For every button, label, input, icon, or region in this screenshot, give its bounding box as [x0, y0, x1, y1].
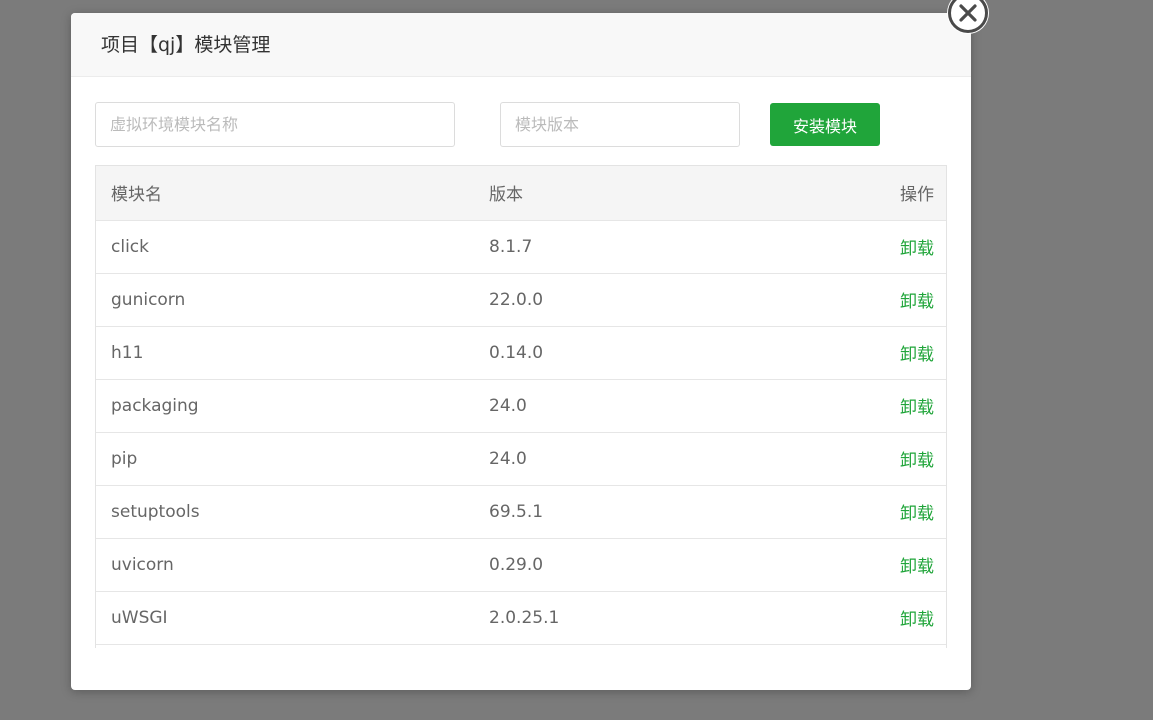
- module-version: 69.5.1: [474, 485, 774, 539]
- module-version: 2.0.25.1: [474, 591, 774, 645]
- module-version: 24.0: [474, 379, 774, 433]
- uninstall-link[interactable]: 卸载: [900, 292, 934, 312]
- install-toolbar: 安装模块: [95, 102, 947, 148]
- table-row: click 8.1.7 卸载: [96, 220, 946, 274]
- table-row: h11 0.14.0 卸载: [96, 326, 946, 380]
- dialog-title: 项目【qj】模块管理: [71, 13, 971, 77]
- uninstall-link[interactable]: 卸载: [900, 451, 934, 471]
- module-name: packaging: [96, 379, 474, 433]
- table-row: uWSGI 2.0.25.1 卸载: [96, 591, 946, 645]
- module-version: 24.0: [474, 432, 774, 486]
- uninstall-link[interactable]: 卸载: [900, 557, 934, 577]
- module-version-input[interactable]: [500, 102, 740, 147]
- module-name: click: [96, 220, 474, 274]
- module-name: uWSGI: [96, 591, 474, 645]
- module-version: 0.14.0: [474, 326, 774, 380]
- uninstall-link[interactable]: 卸载: [900, 504, 934, 524]
- close-circle-icon: [948, 0, 988, 33]
- install-module-button[interactable]: 安装模块: [770, 103, 880, 146]
- header-module-name: 模块名: [96, 166, 474, 221]
- uninstall-link[interactable]: 卸载: [900, 239, 934, 259]
- table-row: uvicorn 0.29.0 卸载: [96, 538, 946, 592]
- module-name: pip: [96, 432, 474, 486]
- uninstall-link[interactable]: 卸载: [900, 398, 934, 418]
- module-table: 模块名 版本 操作 click 8.1.7 卸载 gunicorn 22.0.0…: [95, 165, 947, 648]
- module-name-input[interactable]: [95, 102, 455, 147]
- module-version: 0.29.0: [474, 538, 774, 592]
- module-name: uvicorn: [96, 538, 474, 592]
- module-name: setuptools: [96, 485, 474, 539]
- header-version: 版本: [474, 166, 774, 221]
- module-manager-dialog: 项目【qj】模块管理 安装模块 模块名 版本 操作 click 8.: [71, 0, 989, 690]
- table-header-row: 模块名 版本 操作: [96, 166, 946, 221]
- header-action: 操作: [774, 166, 946, 221]
- table-row: gunicorn 22.0.0 卸载: [96, 273, 946, 327]
- table-row: packaging 24.0 卸载: [96, 379, 946, 433]
- uninstall-link[interactable]: 卸载: [900, 345, 934, 365]
- module-version: 8.1.7: [474, 220, 774, 274]
- module-name: h11: [96, 326, 474, 380]
- table-row: setuptools 69.5.1 卸载: [96, 485, 946, 539]
- module-name: gunicorn: [96, 273, 474, 327]
- module-version: 22.0.0: [474, 273, 774, 327]
- uninstall-link[interactable]: 卸载: [900, 610, 934, 630]
- close-button[interactable]: [947, 0, 989, 34]
- table-row: pip 24.0 卸载: [96, 432, 946, 486]
